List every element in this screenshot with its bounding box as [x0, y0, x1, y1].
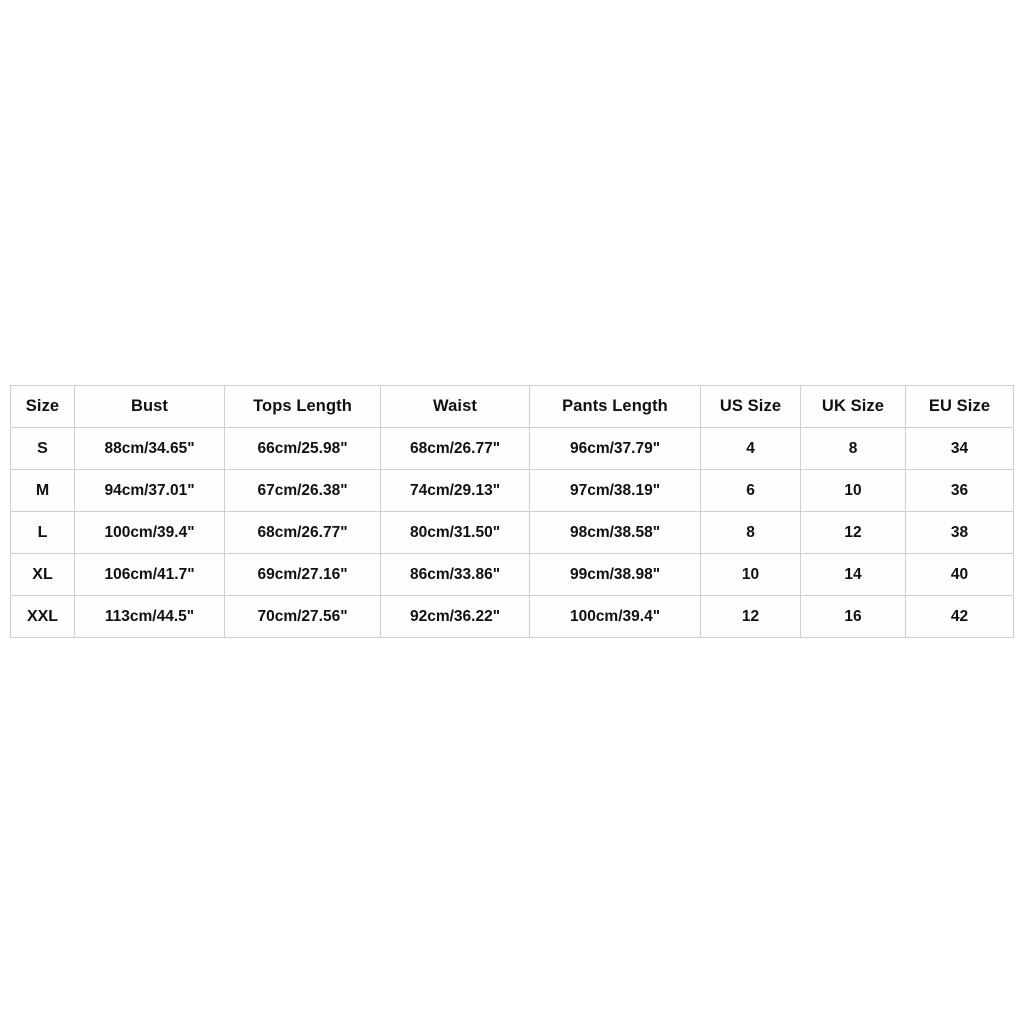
column-header-waist: Waist — [380, 385, 530, 428]
cell-waist: 92cm/36.22" — [380, 595, 530, 638]
cell-bust: 113cm/44.5" — [74, 595, 225, 638]
page-canvas: Size Bust Tops Length Waist Pants Length… — [0, 0, 1024, 1024]
cell-pants-length: 99cm/38.98" — [529, 553, 701, 596]
cell-uk-size: 12 — [800, 511, 906, 554]
column-header-us-size: US Size — [700, 385, 801, 428]
cell-size: XL — [10, 553, 75, 596]
cell-eu-size: 36 — [905, 469, 1014, 512]
cell-pants-length: 96cm/37.79" — [529, 427, 701, 470]
cell-waist: 80cm/31.50" — [380, 511, 530, 554]
cell-eu-size: 38 — [905, 511, 1014, 554]
cell-pants-length: 98cm/38.58" — [529, 511, 701, 554]
cell-tops-length: 67cm/26.38" — [224, 469, 381, 512]
cell-waist: 74cm/29.13" — [380, 469, 530, 512]
cell-waist: 68cm/26.77" — [380, 427, 530, 470]
cell-us-size: 8 — [700, 511, 801, 554]
table-row: L 100cm/39.4" 68cm/26.77" 80cm/31.50" 98… — [10, 511, 1014, 554]
cell-size: XXL — [10, 595, 75, 638]
cell-size: M — [10, 469, 75, 512]
column-header-tops-length: Tops Length — [224, 385, 381, 428]
cell-eu-size: 42 — [905, 595, 1014, 638]
table-row: XL 106cm/41.7" 69cm/27.16" 86cm/33.86" 9… — [10, 553, 1014, 596]
cell-us-size: 4 — [700, 427, 801, 470]
size-chart-table: Size Bust Tops Length Waist Pants Length… — [10, 385, 1014, 638]
cell-tops-length: 68cm/26.77" — [224, 511, 381, 554]
cell-uk-size: 10 — [800, 469, 906, 512]
table-row: S 88cm/34.65" 66cm/25.98" 68cm/26.77" 96… — [10, 427, 1014, 470]
cell-eu-size: 34 — [905, 427, 1014, 470]
cell-eu-size: 40 — [905, 553, 1014, 596]
cell-uk-size: 14 — [800, 553, 906, 596]
cell-waist: 86cm/33.86" — [380, 553, 530, 596]
cell-bust: 88cm/34.65" — [74, 427, 225, 470]
cell-bust: 106cm/41.7" — [74, 553, 225, 596]
table-row: M 94cm/37.01" 67cm/26.38" 74cm/29.13" 97… — [10, 469, 1014, 512]
column-header-eu-size: EU Size — [905, 385, 1014, 428]
size-chart-container: Size Bust Tops Length Waist Pants Length… — [10, 385, 1014, 638]
column-header-bust: Bust — [74, 385, 225, 428]
table-row: XXL 113cm/44.5" 70cm/27.56" 92cm/36.22" … — [10, 595, 1014, 638]
cell-us-size: 10 — [700, 553, 801, 596]
cell-tops-length: 69cm/27.16" — [224, 553, 381, 596]
column-header-pants-length: Pants Length — [529, 385, 701, 428]
cell-uk-size: 8 — [800, 427, 906, 470]
cell-bust: 100cm/39.4" — [74, 511, 225, 554]
cell-size: S — [10, 427, 75, 470]
cell-uk-size: 16 — [800, 595, 906, 638]
cell-size: L — [10, 511, 75, 554]
column-header-uk-size: UK Size — [800, 385, 906, 428]
table-body: S 88cm/34.65" 66cm/25.98" 68cm/26.77" 96… — [10, 427, 1014, 638]
cell-us-size: 12 — [700, 595, 801, 638]
cell-us-size: 6 — [700, 469, 801, 512]
header-row: Size Bust Tops Length Waist Pants Length… — [10, 385, 1014, 428]
cell-bust: 94cm/37.01" — [74, 469, 225, 512]
column-header-size: Size — [10, 385, 75, 428]
table-header: Size Bust Tops Length Waist Pants Length… — [10, 385, 1014, 428]
cell-pants-length: 100cm/39.4" — [529, 595, 701, 638]
cell-tops-length: 70cm/27.56" — [224, 595, 381, 638]
cell-pants-length: 97cm/38.19" — [529, 469, 701, 512]
cell-tops-length: 66cm/25.98" — [224, 427, 381, 470]
